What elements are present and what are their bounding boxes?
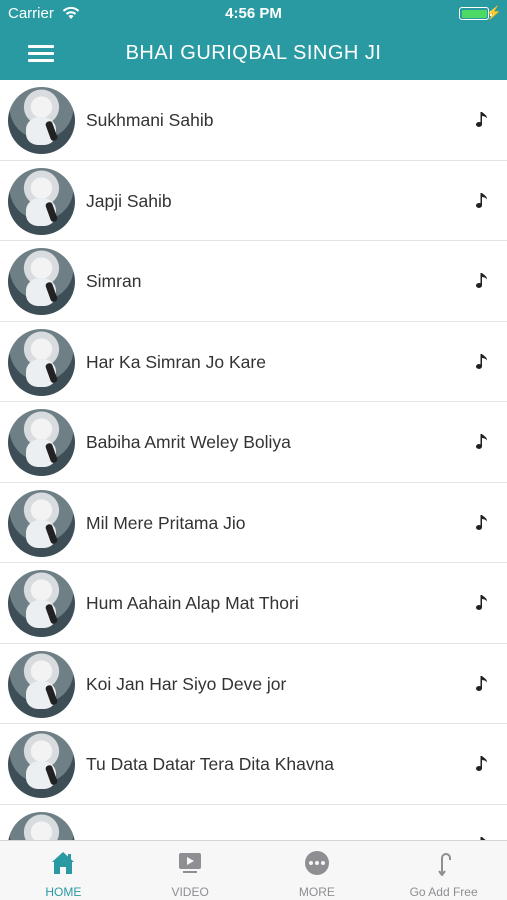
list-item[interactable]: Tu Data Datar Tera Dita Khavna bbox=[0, 724, 507, 805]
avatar bbox=[8, 409, 75, 476]
avatar bbox=[8, 489, 75, 557]
list-item[interactable]: Japji Sahib bbox=[0, 161, 507, 241]
list-item[interactable]: Babiha Amrit Weley Boliya bbox=[0, 402, 507, 483]
track-title: Koi Jan Har Siyo Deve jor bbox=[86, 673, 287, 694]
music-note-icon[interactable] bbox=[475, 754, 491, 774]
track-title: Sukhmani Sahib bbox=[86, 110, 214, 130]
music-note-icon[interactable] bbox=[475, 674, 491, 694]
page-title: BHAI GURIQBAL SINGH JI bbox=[125, 42, 382, 64]
list-item[interactable] bbox=[0, 805, 507, 840]
list-item[interactable]: Mil Mere Pritama Jio bbox=[0, 483, 507, 563]
music-note-icon[interactable] bbox=[475, 593, 491, 613]
status-time: 4:56 PM bbox=[225, 5, 282, 22]
track-title: Tu Data Datar Tera Dita Khavna bbox=[86, 754, 335, 774]
track-title: Har Ka Simran Jo Kare bbox=[86, 351, 266, 372]
tab-label: VIDEO bbox=[171, 885, 209, 899]
tab-go-add-free[interactable]: Go Add Free bbox=[380, 841, 507, 900]
track-title: Mil Mere Pritama Jio bbox=[86, 512, 246, 533]
music-note-icon[interactable] bbox=[475, 191, 491, 211]
tab-video[interactable]: VIDEO bbox=[127, 841, 254, 900]
avatar bbox=[8, 87, 75, 154]
music-note-icon[interactable] bbox=[475, 271, 491, 291]
tab-label: Go Add Free bbox=[409, 885, 478, 899]
avatar bbox=[8, 167, 75, 235]
avatar bbox=[8, 328, 75, 396]
track-title: Simran bbox=[86, 271, 142, 291]
tab-bar: HOME VIDEO MORE Go Add Free bbox=[0, 840, 507, 900]
tab-home[interactable]: HOME bbox=[0, 841, 127, 900]
music-note-icon[interactable] bbox=[475, 432, 491, 452]
avatar bbox=[8, 811, 75, 840]
list-item[interactable]: Sukhmani Sahib bbox=[0, 80, 507, 161]
track-title: Babiha Amrit Weley Boliya bbox=[86, 432, 291, 452]
list-item[interactable]: Har Ka Simran Jo Kare bbox=[0, 322, 507, 402]
list-item[interactable]: Koi Jan Har Siyo Deve jor bbox=[0, 644, 507, 724]
track-title: Japji Sahib bbox=[86, 190, 172, 211]
music-note-icon[interactable] bbox=[475, 513, 491, 533]
battery-icon bbox=[459, 7, 489, 20]
charging-icon: ⚡ bbox=[485, 5, 502, 20]
avatar bbox=[8, 731, 75, 798]
tab-label: MORE bbox=[298, 885, 335, 899]
list-item[interactable]: Simran bbox=[0, 241, 507, 322]
track-list[interactable]: Sukhmani Sahib Japji Sahib Simran Har Ka Si… bbox=[0, 80, 507, 840]
list-item[interactable]: Hum Aahain Alap Mat Thori bbox=[0, 563, 507, 644]
music-note-icon[interactable] bbox=[475, 110, 491, 130]
music-note-icon[interactable] bbox=[475, 352, 491, 372]
avatar bbox=[8, 570, 75, 637]
status-bar: Carrier 4:56 PM ⚡ bbox=[0, 0, 507, 28]
nav-bar: BHAI GURIQBAL SINGH JI bbox=[0, 28, 507, 80]
track-title: Hum Aahain Alap Mat Thori bbox=[86, 593, 299, 613]
avatar bbox=[8, 248, 75, 315]
tab-more[interactable]: MORE bbox=[254, 841, 381, 900]
tab-label: HOME bbox=[45, 885, 82, 899]
avatar bbox=[8, 650, 75, 718]
